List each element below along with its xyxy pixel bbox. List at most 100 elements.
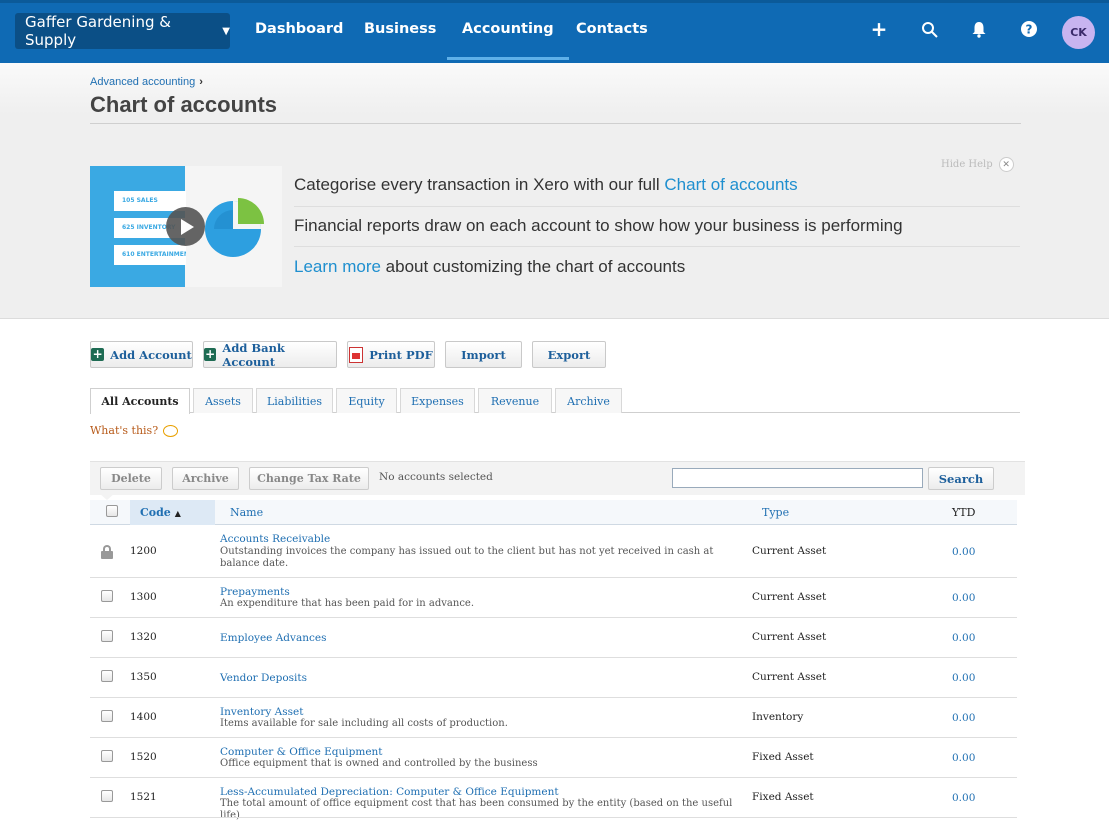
account-ytd-link[interactable]: 0.00 xyxy=(952,752,975,764)
plus-icon: + xyxy=(91,347,105,361)
page-title: Chart of accounts xyxy=(90,92,278,117)
tab-revenue[interactable]: Revenue xyxy=(478,388,552,413)
help-text: about customizing the chart of accounts xyxy=(380,257,686,276)
account-name-link[interactable]: Computer & Office Equipment xyxy=(220,746,383,758)
plus-icon: + xyxy=(204,347,217,361)
row-divider xyxy=(90,697,1017,698)
hide-help-button[interactable]: Hide Help ✕ xyxy=(941,157,1014,172)
pdf-icon xyxy=(349,346,364,363)
print-pdf-button[interactable]: Print PDF xyxy=(347,341,435,368)
search-input[interactable] xyxy=(672,468,923,488)
nav-contacts[interactable]: Contacts xyxy=(576,13,648,60)
promo-tag: 105 SALES xyxy=(114,191,186,211)
tab-liabilities[interactable]: Liabilities xyxy=(256,388,333,413)
bell-icon[interactable] xyxy=(968,18,990,40)
change-tax-rate-button[interactable]: Change Tax Rate xyxy=(249,467,369,490)
add-account-button[interactable]: + Add Account xyxy=(90,341,193,368)
caret-down-icon: ▼ xyxy=(222,25,230,37)
close-icon[interactable]: ✕ xyxy=(998,157,1014,172)
help-icon[interactable]: ? xyxy=(1018,18,1040,40)
button-label: Print PDF xyxy=(369,347,433,362)
button-label: Add Account xyxy=(110,347,192,362)
pie-chart-icon xyxy=(205,198,264,257)
account-type: Inventory xyxy=(752,711,804,723)
chart-of-accounts-link[interactable]: Chart of accounts xyxy=(664,175,797,194)
nav-business[interactable]: Business xyxy=(364,13,436,60)
account-name-link[interactable]: Prepayments xyxy=(220,586,290,598)
breadcrumb-advanced-accounting[interactable]: Advanced accounting xyxy=(90,76,195,88)
account-code: 1300 xyxy=(130,591,157,603)
help-text: Categorise every transaction in Xero wit… xyxy=(294,175,665,194)
organisation-menu-button[interactable]: Gaffer Gardening & Supply ▼ xyxy=(15,13,230,49)
account-code: 1521 xyxy=(130,791,157,803)
row-divider xyxy=(90,657,1017,658)
whats-this-link[interactable]: What's this? xyxy=(90,424,179,437)
account-type: Current Asset xyxy=(752,631,827,643)
column-header-name[interactable]: Name xyxy=(230,500,263,525)
plus-icon[interactable]: + xyxy=(868,17,890,41)
account-ytd-link[interactable]: 0.00 xyxy=(952,592,975,604)
archive-button[interactable]: Archive xyxy=(172,467,239,490)
lock-icon xyxy=(101,545,113,559)
help-line-2: Financial reports draw on each account t… xyxy=(294,216,903,235)
account-ytd-link[interactable]: 0.00 xyxy=(952,546,975,558)
breadcrumb[interactable]: Advanced accounting › xyxy=(90,76,203,88)
account-type: Fixed Asset xyxy=(752,791,814,803)
delete-button[interactable]: Delete xyxy=(100,467,162,490)
row-checkbox[interactable] xyxy=(101,710,113,722)
add-bank-account-button[interactable]: + Add Bank Account xyxy=(203,340,337,369)
whats-this-label: What's this? xyxy=(90,424,159,437)
row-divider xyxy=(90,737,1017,738)
account-name-link[interactable]: Inventory Asset xyxy=(220,706,303,718)
account-ytd-link[interactable]: 0.00 xyxy=(952,632,975,644)
row-checkbox[interactable] xyxy=(101,790,113,802)
tab-assets[interactable]: Assets xyxy=(193,388,253,413)
search-icon[interactable] xyxy=(918,18,940,40)
column-header-type[interactable]: Type xyxy=(762,500,789,525)
account-description: Office equipment that is owned and contr… xyxy=(220,758,538,769)
hide-help-label: Hide Help xyxy=(941,159,993,170)
account-ytd-link[interactable]: 0.00 xyxy=(952,792,975,804)
help-line-1: Categorise every transaction in Xero wit… xyxy=(294,175,798,195)
row-checkbox[interactable] xyxy=(101,670,113,682)
selection-status: No accounts selected xyxy=(379,471,493,483)
play-icon[interactable] xyxy=(166,207,205,246)
account-name-link[interactable]: Less-Accumulated Depreciation: Computer … xyxy=(220,786,559,798)
svg-text:?: ? xyxy=(1026,23,1033,37)
select-all-checkbox[interactable] xyxy=(106,505,118,517)
row-checkbox[interactable] xyxy=(101,590,113,602)
export-button[interactable]: Export xyxy=(532,341,606,368)
help-video-thumbnail[interactable]: 105 SALES 625 INVENTORY 610 ENTERTAINMEN… xyxy=(90,166,282,287)
tab-equity[interactable]: Equity xyxy=(336,388,397,413)
tab-expenses[interactable]: Expenses xyxy=(400,388,475,413)
search-button[interactable]: Search xyxy=(928,467,994,490)
account-ytd-link[interactable]: 0.00 xyxy=(952,712,975,724)
account-type: Current Asset xyxy=(752,591,827,603)
column-header-label: Code xyxy=(140,506,171,519)
account-type: Fixed Asset xyxy=(752,751,814,763)
tab-archive[interactable]: Archive xyxy=(555,388,622,413)
column-header-code[interactable]: Code ▲ xyxy=(130,500,215,525)
account-description: Outstanding invoices the company has iss… xyxy=(220,546,714,569)
row-divider xyxy=(90,817,1017,818)
tab-all-accounts[interactable]: All Accounts xyxy=(90,388,190,414)
user-avatar[interactable]: CK xyxy=(1062,16,1095,49)
row-checkbox[interactable] xyxy=(101,630,113,642)
learn-more-link[interactable]: Learn more xyxy=(294,257,381,276)
button-label: Add Bank Account xyxy=(222,340,285,369)
account-ytd-link[interactable]: 0.00 xyxy=(952,672,975,684)
import-button[interactable]: Import xyxy=(445,341,522,368)
divider xyxy=(294,206,1020,207)
row-divider xyxy=(90,617,1017,618)
nav-dashboard[interactable]: Dashboard xyxy=(255,13,343,60)
account-code: 1350 xyxy=(130,671,157,683)
promo-tag: 610 ENTERTAINMENT xyxy=(114,245,186,265)
account-name-link[interactable]: Accounts Receivable xyxy=(220,533,330,545)
account-description: An expenditure that has been paid for in… xyxy=(220,598,475,609)
account-description: Items available for sale including all c… xyxy=(220,718,508,729)
account-code: 1200 xyxy=(130,545,157,557)
account-name-link[interactable]: Employee Advances xyxy=(220,632,326,644)
account-name-link[interactable]: Vendor Deposits xyxy=(220,672,307,684)
nav-accounting[interactable]: Accounting xyxy=(447,13,569,60)
row-checkbox[interactable] xyxy=(101,750,113,762)
